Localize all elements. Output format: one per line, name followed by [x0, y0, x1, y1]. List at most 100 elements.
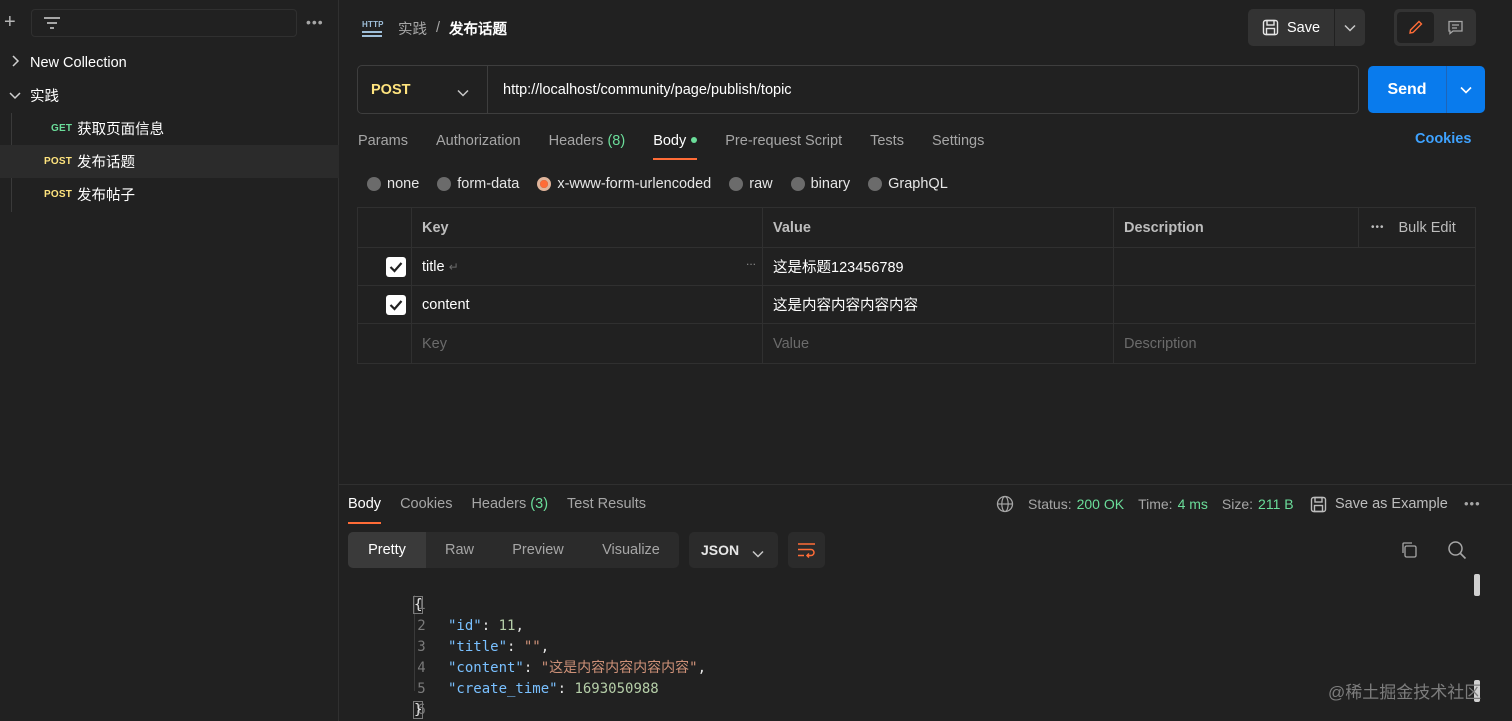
- sidebar-filter-input[interactable]: [31, 9, 297, 37]
- bulk-edit-button[interactable]: Bulk Edit: [1399, 220, 1456, 236]
- tab-test-results[interactable]: Test Results: [567, 494, 646, 524]
- save-button[interactable]: Save: [1248, 9, 1334, 46]
- send-label: Send: [1387, 80, 1427, 98]
- time-value: 4 ms: [1177, 496, 1208, 512]
- save-options-button[interactable]: [1335, 9, 1365, 46]
- tab-response-headers[interactable]: Headers (3): [471, 494, 548, 524]
- tab-headers[interactable]: Headers (8): [549, 130, 626, 160]
- cookies-link[interactable]: Cookies: [1415, 131, 1471, 147]
- tab-label: Body: [348, 496, 382, 512]
- breadcrumb: HTTP 实践 / 发布话题: [362, 16, 507, 40]
- radio-raw[interactable]: raw: [729, 176, 773, 192]
- send-options-button[interactable]: [1447, 86, 1485, 94]
- time-display[interactable]: Time: 4 ms: [1138, 496, 1208, 512]
- breadcrumb-parent[interactable]: 实践: [398, 18, 427, 39]
- watermark: @稀土掘金技术社区: [1328, 683, 1482, 702]
- scrollbar-thumb[interactable]: [1474, 574, 1480, 596]
- column-header-value: Value: [762, 208, 1113, 247]
- tab-response-cookies[interactable]: Cookies: [400, 494, 452, 524]
- request-item[interactable]: POST 发布帖子: [0, 178, 339, 211]
- row-checkbox[interactable]: [386, 295, 406, 315]
- chevron-down-icon: [1460, 86, 1472, 94]
- radio-form-data[interactable]: form-data: [437, 176, 519, 192]
- size-display[interactable]: Size: 211 B: [1222, 496, 1294, 512]
- radio-x-www-form-urlencoded[interactable]: x-www-form-urlencoded: [537, 176, 711, 192]
- radio-graphql[interactable]: GraphQL: [868, 176, 948, 192]
- tab-params[interactable]: Params: [358, 130, 408, 160]
- size-value: 211 B: [1258, 496, 1294, 512]
- table-more-icon[interactable]: •••: [1371, 222, 1385, 233]
- code-line: 4 "content": "这是内容内容内容内容",: [348, 637, 706, 676]
- column-header-description: Description: [1113, 208, 1358, 247]
- request-item[interactable]: GET 获取页面信息: [0, 112, 339, 145]
- code-line: 2 "id": 11,: [348, 595, 524, 634]
- status-display[interactable]: Status: 200 OK: [1028, 496, 1124, 512]
- view-preview[interactable]: Preview: [493, 532, 583, 568]
- new-description-input[interactable]: Description: [1113, 324, 1475, 363]
- breadcrumb-current[interactable]: 发布话题: [449, 18, 507, 39]
- radio-none[interactable]: none: [367, 176, 419, 192]
- tab-authorization[interactable]: Authorization: [436, 130, 521, 160]
- method-select[interactable]: POST: [358, 66, 488, 113]
- view-raw[interactable]: Raw: [426, 532, 493, 568]
- sidebar-more-icon[interactable]: •••: [306, 14, 324, 30]
- json-key: "id": [448, 618, 482, 634]
- new-key-input[interactable]: Key: [411, 324, 762, 363]
- chevron-down-icon: [457, 84, 469, 100]
- copy-icon[interactable]: [1400, 541, 1418, 562]
- collection-shijian[interactable]: 实践: [0, 79, 339, 112]
- row-checkbox[interactable]: [386, 257, 406, 277]
- send-button[interactable]: Send: [1368, 66, 1485, 113]
- view-visualize[interactable]: Visualize: [583, 532, 679, 568]
- globe-icon[interactable]: [996, 495, 1014, 513]
- pencil-icon: [1407, 19, 1424, 36]
- wrap-lines-icon: [797, 542, 816, 558]
- tab-body[interactable]: Body: [653, 130, 698, 160]
- row-description-cell[interactable]: [1113, 286, 1475, 323]
- comment-icon: [1447, 19, 1464, 36]
- collection-new-collection[interactable]: New Collection: [0, 46, 339, 79]
- response-view-tabs: Pretty Raw Preview Visualize: [348, 532, 679, 568]
- radio-label: raw: [749, 176, 773, 192]
- comment-mode-button[interactable]: [1438, 12, 1473, 43]
- newline-icon: ↵: [448, 259, 459, 274]
- status-value: 200 OK: [1076, 496, 1125, 512]
- request-item-selected[interactable]: POST 发布话题: [0, 145, 339, 178]
- response-body-code[interactable]: 1{ 2 "id": 11, 3 "title": "", 4 "content": …: [348, 574, 1468, 719]
- json-comma: ,: [515, 618, 524, 634]
- row-description-cell[interactable]: [1113, 248, 1475, 285]
- row-key: title: [422, 258, 445, 275]
- method-badge: POST: [44, 189, 73, 200]
- wrap-lines-button[interactable]: [788, 532, 825, 568]
- response-format-select[interactable]: JSON: [689, 532, 778, 568]
- tab-settings[interactable]: Settings: [932, 130, 984, 160]
- tab-label: Headers: [471, 496, 527, 512]
- url-input[interactable]: http://localhost/community/page/publish/…: [488, 82, 1358, 98]
- new-item-icon[interactable]: +: [4, 12, 20, 34]
- radio-binary[interactable]: binary: [790, 176, 850, 192]
- search-icon[interactable]: [1447, 540, 1467, 563]
- body-type-selector: none form-data x-www-form-urlencoded raw…: [367, 174, 966, 194]
- response-divider[interactable]: [339, 484, 1512, 485]
- new-value-input[interactable]: Value: [762, 324, 1113, 363]
- row-key-cell[interactable]: content: [411, 286, 762, 323]
- response-tabs: Body Cookies Headers (3) Test Results: [348, 494, 665, 524]
- radio-label: x-www-form-urlencoded: [557, 176, 712, 192]
- chevron-down-icon: [1344, 24, 1356, 32]
- response-more-icon[interactable]: •••: [1464, 496, 1481, 511]
- row-value-cell[interactable]: 这是标题123456789: [762, 248, 1113, 285]
- tab-tests[interactable]: Tests: [870, 130, 904, 160]
- tab-label: Authorization: [435, 133, 521, 149]
- save-icon: [1310, 496, 1327, 513]
- tab-response-body[interactable]: Body: [348, 494, 382, 524]
- tab-pre-request-script[interactable]: Pre-request Script: [725, 130, 842, 160]
- row-value-cell[interactable]: 这是内容内容内容内容: [762, 286, 1113, 323]
- body-params-table: Key Value Description ••• Bulk Edit titl…: [357, 207, 1476, 364]
- save-as-example-button[interactable]: Save as Example: [1310, 494, 1448, 514]
- row-key-cell[interactable]: title ↵ ...: [411, 248, 762, 285]
- code-line: 1{: [348, 574, 426, 614]
- view-pretty[interactable]: Pretty: [348, 532, 426, 568]
- table-row-empty: Key Value Description: [358, 324, 1475, 363]
- edit-mode-button[interactable]: [1397, 12, 1434, 43]
- table-header-row: Key Value Description ••• Bulk Edit: [358, 208, 1475, 248]
